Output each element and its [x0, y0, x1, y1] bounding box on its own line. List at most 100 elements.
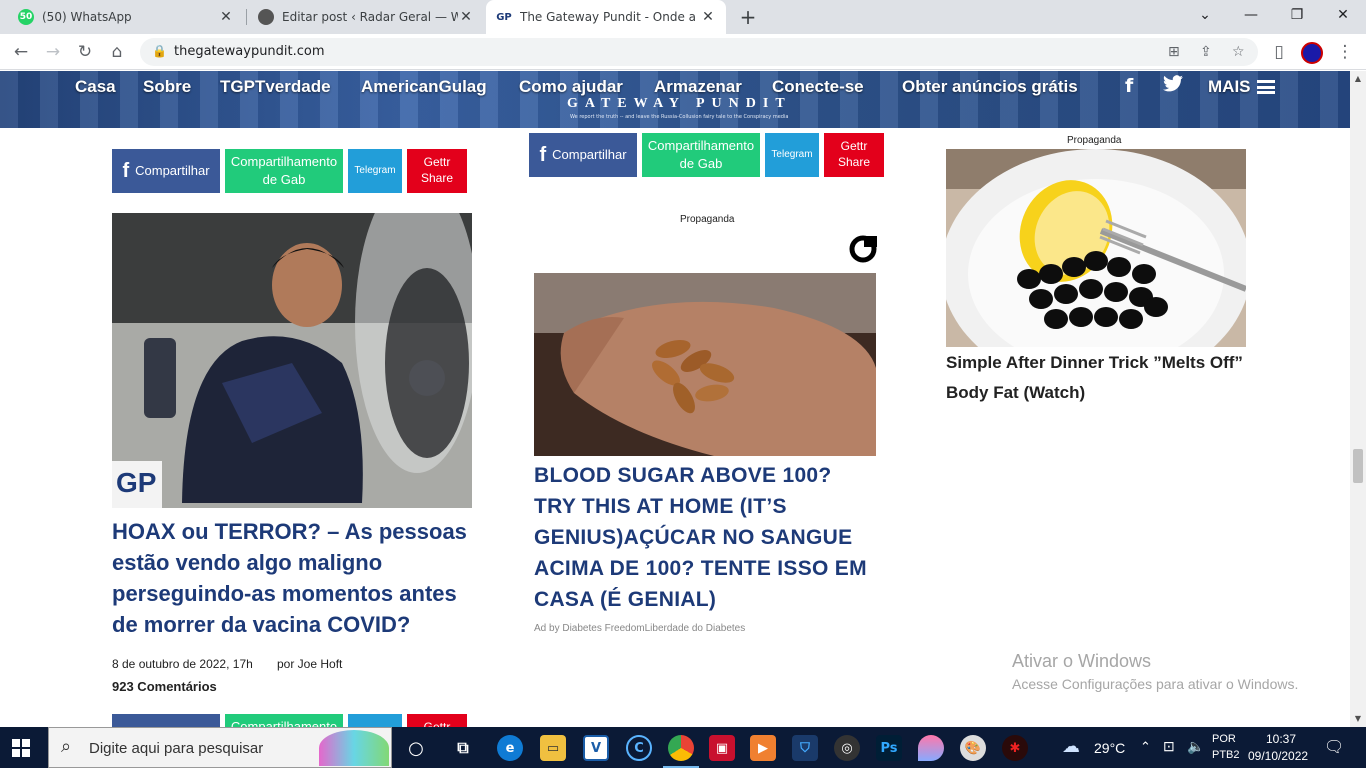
close-window-button[interactable]: ✕	[1320, 0, 1366, 30]
article-image[interactable]: GP	[112, 213, 472, 508]
video-editor-icon[interactable]: ▶	[750, 735, 776, 761]
obs-icon[interactable]: ◎	[834, 735, 860, 761]
nav-armazenar[interactable]: Armazenar	[654, 77, 742, 97]
restore-button[interactable]: ❐	[1274, 0, 1320, 30]
facebook-share-button[interactable]: fCompartilhar	[529, 133, 637, 177]
tab-whatsapp[interactable]: 50 (50) WhatsApp ✕	[8, 0, 244, 34]
close-tab-icon[interactable]: ✕	[218, 9, 234, 25]
close-tab-icon[interactable]: ✕	[700, 9, 716, 25]
ad-image[interactable]	[946, 149, 1246, 347]
tab-search-icon[interactable]: ⌄	[1182, 0, 1228, 30]
reload-icon[interactable]: ↻	[73, 40, 97, 64]
site-header: GATEWAY PUNDIT We report the truth -- an…	[0, 71, 1350, 128]
facebook-share-button[interactable]: fCompartilhar	[112, 149, 220, 193]
tab-divider	[246, 9, 247, 25]
forward-icon[interactable]: →	[41, 40, 65, 64]
site-logo[interactable]: GATEWAY PUNDIT	[567, 96, 792, 112]
tab-wordpress[interactable]: Editar post ‹ Radar Geral — WordPress ✕	[248, 0, 484, 34]
clock-time[interactable]: 10:37	[1266, 732, 1296, 746]
photoshop-icon[interactable]: Ps	[876, 735, 902, 761]
task-view-icon[interactable]: ⧉	[450, 735, 476, 761]
show-hidden-icons-icon[interactable]: ⌃	[1140, 739, 1151, 755]
article-headline[interactable]: HOAX ou TERROR? – As pessoas estão vendo…	[112, 516, 482, 640]
clock-date[interactable]: 09/10/2022	[1248, 749, 1308, 763]
profile-avatar[interactable]	[1301, 42, 1323, 64]
telegram-share-button[interactable]: Telegram	[348, 714, 402, 727]
ad-headline[interactable]: Simple After Dinner Trick ”Melts Off” Bo…	[946, 348, 1246, 408]
gab-share-button[interactable]: Compartilhamento de Gab	[225, 714, 343, 727]
weather-temperature[interactable]: 29°C	[1094, 740, 1125, 756]
share-icon[interactable]: ⇪	[1200, 44, 1212, 60]
gettr-share-button[interactable]: Gettr Share	[407, 714, 467, 727]
share-label: Gettr Share	[407, 720, 467, 727]
red-app-icon[interactable]: ✱	[1002, 735, 1028, 761]
bookmark-star-icon[interactable]: ☆	[1232, 44, 1245, 60]
taskbar-search-box[interactable]: ⌕ Digite aqui para pesquisar	[48, 727, 392, 768]
translate-icon[interactable]: ⊞	[1168, 44, 1180, 60]
share-label: Compartilhamento de Gab	[230, 153, 338, 187]
cortana-icon[interactable]: ○	[403, 735, 429, 761]
back-icon[interactable]: ←	[9, 40, 33, 64]
gettr-share-button[interactable]: Gettr Share	[407, 149, 467, 193]
hamburger-menu-icon[interactable]	[1257, 80, 1275, 94]
scroll-up-arrow-icon[interactable]: ▲	[1353, 74, 1363, 83]
facebook-icon: f	[122, 160, 130, 182]
vpn-shield-icon[interactable]: ⛉	[792, 735, 818, 761]
file-explorer-icon[interactable]: ▭	[540, 735, 566, 761]
paint-drop-icon[interactable]	[918, 735, 944, 761]
nav-conecte-se[interactable]: Conecte-se	[772, 77, 864, 97]
nav-obter-anuncios[interactable]: Obter anúncios grátis	[902, 77, 1078, 97]
scrollbar-thumb[interactable]	[1353, 449, 1363, 483]
telegram-share-button[interactable]: Telegram	[348, 149, 402, 193]
ad-byline[interactable]: Ad by Diabetes FreedomLiberdade do Diabe…	[534, 623, 745, 634]
paint-palette-icon[interactable]: 🎨	[960, 735, 986, 761]
url-text[interactable]: thegatewaypundit.com	[174, 44, 325, 59]
notifications-icon[interactable]: 🗨	[1324, 737, 1344, 757]
scroll-down-arrow-icon[interactable]: ▼	[1353, 714, 1363, 723]
address-bar[interactable]: 🔒 thegatewaypundit.com ⊞ ⇪ ☆	[140, 38, 1258, 66]
chrome-icon[interactable]	[668, 735, 694, 761]
network-icon[interactable]: ⊡	[1163, 738, 1175, 755]
nav-sobre[interactable]: Sobre	[143, 77, 191, 97]
search-icon: ⌕	[61, 736, 72, 757]
activate-windows-subtitle: Acesse Configurações para ativar o Windo…	[1012, 676, 1299, 692]
close-tab-icon[interactable]: ✕	[458, 9, 474, 25]
gab-share-button[interactable]: Compartilhamento de Gab	[642, 133, 760, 177]
gp-badge: GP	[116, 467, 157, 498]
minimize-button[interactable]: —	[1228, 0, 1274, 30]
outbrain-logo-icon[interactable]	[848, 234, 878, 264]
tab-gateway-pundit[interactable]: GP The Gateway Pundit - Onde a esperança…	[486, 0, 726, 34]
volume-icon[interactable]: 🔈	[1187, 738, 1204, 755]
language-code[interactable]: POR	[1212, 733, 1236, 745]
weather-cloud-icon[interactable]: ☁	[1062, 736, 1080, 757]
screen-recorder-icon[interactable]: ▣	[709, 735, 735, 761]
tab-title: (50) WhatsApp	[42, 10, 132, 24]
article-author[interactable]: por Joe Hoft	[277, 657, 342, 671]
facebook-icon[interactable]: f	[1125, 75, 1133, 97]
gab-share-button[interactable]: Compartilhamento de Gab	[225, 149, 343, 193]
tab-strip: 50 (50) WhatsApp ✕ Editar post ‹ Radar G…	[0, 0, 1366, 34]
nav-mais[interactable]: MAIS	[1208, 77, 1251, 97]
nav-como-ajudar[interactable]: Como ajudar	[519, 77, 623, 97]
ad-image[interactable]	[534, 273, 876, 456]
twitter-icon[interactable]	[1163, 75, 1183, 97]
side-panel-icon[interactable]: ▯	[1267, 40, 1291, 64]
page-scrollbar[interactable]: ▲ ▼	[1350, 71, 1366, 727]
new-tab-button[interactable]: +	[736, 5, 760, 29]
nav-tgptverdade[interactable]: TGPTverdade	[220, 77, 331, 97]
lock-icon[interactable]: 🔒	[152, 44, 167, 58]
app-v-icon[interactable]: V	[583, 735, 609, 761]
app-c-icon[interactable]: C	[626, 735, 652, 761]
gettr-share-button[interactable]: Gettr Share	[824, 133, 884, 177]
menu-icon[interactable]: ⋮	[1333, 40, 1357, 64]
article-comments-count[interactable]: 923 Comentários	[112, 679, 217, 694]
windows-start-icon[interactable]	[12, 739, 30, 757]
nav-casa[interactable]: Casa	[75, 77, 116, 97]
telegram-share-button[interactable]: Telegram	[765, 133, 819, 177]
keyboard-layout[interactable]: PTB2	[1212, 749, 1240, 761]
facebook-share-button[interactable]: fCompartilhar	[112, 714, 220, 727]
ad-headline[interactable]: BLOOD SUGAR ABOVE 100? TRY THIS AT HOME …	[534, 460, 876, 615]
home-icon[interactable]: ⌂	[105, 40, 129, 64]
edge-icon[interactable]: e	[497, 735, 523, 761]
nav-americangulag[interactable]: AmericanGulag	[361, 77, 487, 97]
